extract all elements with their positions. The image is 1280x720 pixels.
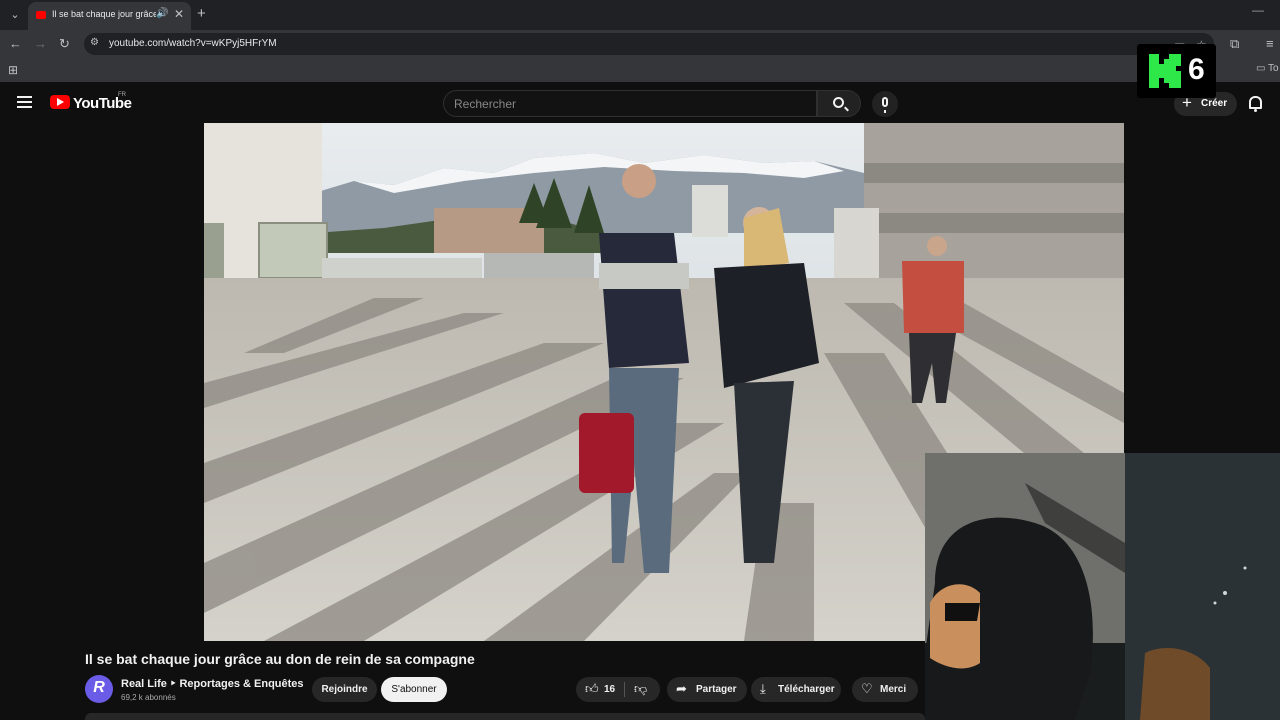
window-minimize-icon[interactable]: — (1252, 3, 1264, 17)
microphone-icon (882, 97, 888, 113)
country-code: FR (118, 92, 126, 98)
webcam-frame (925, 453, 1280, 720)
search-button[interactable] (817, 90, 861, 117)
tab-title: Il se bat chaque jour grâce au don de re… (52, 9, 156, 19)
channel-name[interactable]: Real Life ‣ Reportages & Enquêtes (121, 677, 304, 690)
subscriber-count: 69,2 k abonnés (121, 693, 176, 702)
thumbs-down-icon[interactable]: 👎︎ (634, 682, 647, 696)
voice-search-button[interactable] (872, 91, 898, 117)
reload-icon[interactable]: ↻ (59, 36, 70, 52)
address-bar[interactable]: ⚙ youtube.com/watch?v=wKPyj5HFrYM ▭ ☆ (84, 33, 1214, 55)
menu-icon[interactable] (17, 96, 32, 108)
thanks-heart-icon: ♡ (861, 681, 873, 696)
forward-arrow-icon[interactable]: → (34, 36, 47, 51)
webcam-overlay (925, 453, 1280, 720)
bookmark-folder-label: To (1268, 63, 1279, 74)
share-button[interactable]: ➦ Partager (667, 677, 747, 702)
url-text[interactable]: youtube.com/watch?v=wKPyj5HFrYM (109, 38, 277, 49)
k-logo-icon (1149, 54, 1181, 88)
share-arrow-icon: ➦ (676, 681, 687, 696)
browser-tab-active[interactable]: Il se bat chaque jour grâce au don de re… (28, 2, 191, 30)
subscribe-button[interactable]: S'abonner (381, 677, 447, 702)
stream-badge-overlay: 6 (1137, 44, 1216, 98)
youtube-header: YouTube FR + Créer (0, 84, 1280, 124)
thanks-button[interactable]: ♡ Merci (852, 677, 918, 702)
channel-avatar[interactable]: R (85, 675, 113, 703)
like-divider (624, 682, 625, 697)
search-box[interactable] (443, 90, 817, 117)
reading-list-icon[interactable]: ≡ (1266, 36, 1274, 51)
thanks-label: Merci (880, 684, 907, 695)
apps-grid-icon[interactable]: ⊞ (8, 63, 18, 77)
close-tab-icon[interactable]: ✕ (174, 7, 184, 21)
like-count[interactable]: 16 (604, 684, 615, 695)
search-icon (833, 97, 844, 108)
speaker-icon[interactable]: 🔊 (156, 8, 168, 19)
create-label: Créer (1201, 98, 1228, 109)
share-label: Partager (696, 684, 737, 695)
avatar-letter: R (93, 679, 105, 696)
youtube-logo-icon[interactable] (50, 95, 70, 109)
youtube-favicon-icon (36, 11, 46, 19)
description-box[interactable] (85, 713, 925, 720)
browser-tabbar: ⌄ Il se bat chaque jour grâce au don de … (0, 0, 1280, 30)
download-label: Télécharger (778, 684, 835, 695)
extensions-icon[interactable]: ⧉ (1230, 36, 1239, 52)
download-icon: ⤓ (760, 681, 766, 696)
site-info-icon[interactable]: ⚙ (90, 37, 99, 48)
like-dislike-group: 👍︎ 16 👎︎ (576, 677, 660, 702)
search-input[interactable] (454, 97, 794, 111)
notifications-bell-icon[interactable] (1249, 96, 1262, 112)
new-tab-icon[interactable]: + (197, 5, 206, 22)
video-title: Il se bat chaque jour grâce au don de re… (85, 651, 475, 667)
bookmarks-bar: ⊞ ▭ To (0, 58, 1280, 82)
back-arrow-icon[interactable]: ← (9, 36, 22, 51)
download-button[interactable]: ⤓ Télécharger (751, 677, 841, 702)
browser-toolbar: ← → ↻ ⚙ youtube.com/watch?v=wKPyj5HFrYM … (0, 30, 1280, 58)
bookmark-folder[interactable]: ▭ To (1256, 63, 1279, 74)
badge-number: 6 (1188, 53, 1205, 86)
join-button[interactable]: Rejoindre (312, 677, 377, 702)
tab-search-icon[interactable]: ⌄ (6, 6, 24, 24)
thumbs-up-icon[interactable]: 👍︎ (585, 682, 599, 696)
